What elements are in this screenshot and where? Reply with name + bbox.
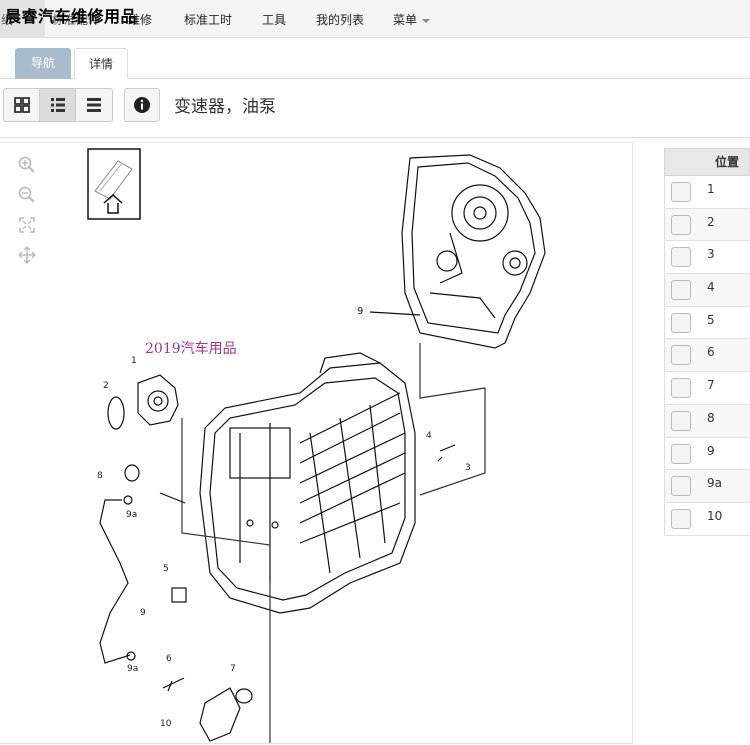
o-ring-9a-top <box>123 495 133 505</box>
row-checkbox[interactable] <box>671 214 691 235</box>
callout-10: 10 <box>160 719 172 729</box>
row-position: 2 <box>707 214 715 229</box>
zoom-toolbar <box>12 150 42 270</box>
row-checkbox[interactable] <box>671 280 691 301</box>
tab-navigation[interactable]: 导航 <box>15 48 71 79</box>
transmission-oil-pump-drawing: 9 1 2 3 4 5 6 7 8 9 9a 9a 10 <box>87 148 546 743</box>
row-checkbox[interactable] <box>671 378 691 399</box>
callout-9a-bottom: 9a <box>127 664 138 674</box>
grid-icon <box>13 97 30 113</box>
callout-4: 4 <box>426 431 432 441</box>
row-position: 10 <box>707 508 723 523</box>
view-mode-group <box>3 88 113 122</box>
row-position: 9a <box>707 476 722 491</box>
oil-pump <box>137 374 179 426</box>
row-checkbox[interactable] <box>671 476 691 497</box>
list-icon <box>50 98 65 112</box>
row-position: 8 <box>707 410 715 425</box>
nav-item-my-list[interactable]: 我的列表 <box>316 11 364 28</box>
bolt-6 <box>162 677 185 692</box>
row-checkbox[interactable] <box>671 345 691 366</box>
diagram-watermark: 2019汽车用品 <box>145 341 237 357</box>
info-button[interactable] <box>124 88 160 122</box>
callout-6: 6 <box>166 654 172 664</box>
toolbar: 变速器，油泵 <box>0 80 750 138</box>
tab-details[interactable]: 详情 <box>74 48 128 79</box>
bolt-3 <box>437 444 456 462</box>
row-position: 3 <box>707 247 715 262</box>
zoom-out-button[interactable] <box>12 180 42 210</box>
transmission-cover-plate <box>401 154 546 349</box>
row-position: 5 <box>707 312 715 327</box>
nav-item-menu-label: 菜单 <box>393 13 418 27</box>
nav-item-tools[interactable]: 工具 <box>262 11 286 28</box>
list-view-button[interactable] <box>40 89 76 121</box>
grid-view-button[interactable] <box>4 89 40 121</box>
callout-1: 1 <box>131 356 137 366</box>
table-row[interactable]: 7 <box>664 372 750 405</box>
row-position: 9 <box>707 443 715 458</box>
fit-screen-button[interactable] <box>12 210 42 240</box>
table-row[interactable]: 6 <box>664 339 750 373</box>
nav-item-labor-time[interactable]: 标准工时 <box>184 11 232 28</box>
tab-bar: 导航 详情 <box>0 38 750 79</box>
row-checkbox[interactable] <box>671 410 691 431</box>
table-view-button[interactable] <box>76 89 112 121</box>
navigation-thumbnail[interactable] <box>87 148 141 220</box>
parts-table-header[interactable]: 位置 <box>664 148 750 176</box>
callout-8: 8 <box>97 471 103 481</box>
page-title: 变速器，油泵 <box>174 97 276 117</box>
row-position: 4 <box>707 280 715 295</box>
info-icon <box>134 97 150 113</box>
callout-2: 2 <box>103 381 109 391</box>
table-row[interactable]: 4 <box>664 274 750 307</box>
row-position: 1 <box>707 182 715 196</box>
row-position: 7 <box>707 378 715 393</box>
row-checkbox[interactable] <box>671 182 691 202</box>
fitting-5 <box>171 587 187 603</box>
nav-item-menu[interactable]: 菜单 <box>393 11 431 28</box>
row-checkbox[interactable] <box>671 443 691 464</box>
transmission-housing <box>199 352 416 614</box>
exploded-parts-diagram[interactable]: 9 1 2 3 4 5 6 7 8 9 9a 9a 10 <box>0 142 633 744</box>
row-position: 6 <box>707 345 715 360</box>
row-checkbox[interactable] <box>671 312 691 333</box>
table-row[interactable]: 10 <box>664 502 750 536</box>
callout-5: 5 <box>163 564 169 574</box>
bracket-10 <box>199 687 241 742</box>
chevron-down-icon <box>422 18 431 23</box>
menu-icon <box>87 98 101 112</box>
row-checkbox[interactable] <box>671 508 691 529</box>
zoom-in-button[interactable] <box>12 150 42 180</box>
plug-8 <box>124 464 140 482</box>
o-ring-7 <box>235 688 253 704</box>
table-row[interactable]: 2 <box>664 208 750 242</box>
table-row[interactable]: 3 <box>664 241 750 275</box>
seal-ring <box>107 396 125 430</box>
callout-7: 7 <box>230 664 236 674</box>
table-row[interactable]: 9 <box>664 437 750 471</box>
zoom-in-icon <box>18 156 35 173</box>
table-row[interactable]: 8 <box>664 404 750 438</box>
callout-9: 9 <box>140 608 146 618</box>
table-row[interactable]: 9a <box>664 470 750 503</box>
parts-table: 位置 1 2 3 4 5 6 7 8 9 9a 10 <box>664 148 750 536</box>
pan-button[interactable] <box>12 240 42 270</box>
table-row[interactable]: 1 <box>664 176 750 209</box>
callout-9a-top: 9a <box>126 510 137 520</box>
zoom-out-icon <box>18 186 35 203</box>
row-checkbox[interactable] <box>671 247 691 268</box>
svg-text:9: 9 <box>357 306 363 317</box>
watermark-text: 晨睿汽车维修用品 <box>5 7 138 26</box>
table-row[interactable]: 5 <box>664 306 750 340</box>
expand-icon <box>19 217 35 233</box>
oil-pipe <box>99 499 131 664</box>
callout-3: 3 <box>465 463 471 473</box>
move-icon <box>18 246 36 264</box>
